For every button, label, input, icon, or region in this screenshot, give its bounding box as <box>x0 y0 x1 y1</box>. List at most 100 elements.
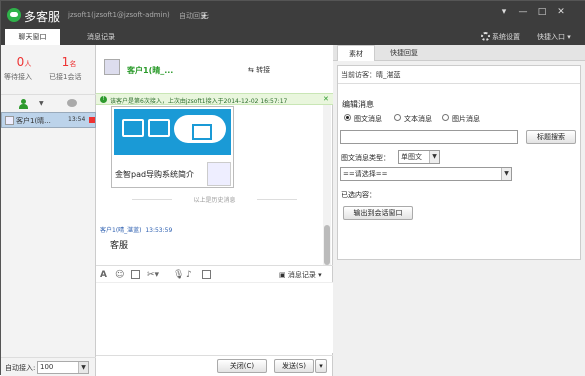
maximize-icon[interactable]: □ <box>534 5 550 19</box>
shortcut-entry-button[interactable]: 快捷入口 ▾ <box>537 29 571 45</box>
font-icon[interactable]: A <box>100 270 107 280</box>
main-tab-bar: 聊天窗口 消息记录 系统设置 快捷入口 ▾ <box>1 29 585 45</box>
message-type-value: 单图文 <box>401 153 422 161</box>
chevron-down-icon: ▼ <box>429 151 439 163</box>
monitor-icon <box>122 119 144 137</box>
title-search-button[interactable]: 标题搜索 <box>526 130 576 144</box>
visitor-list-item[interactable]: 客户1(晴... 13:54 <box>1 112 96 128</box>
chevron-down-icon: ▼ <box>78 362 88 373</box>
emoji-icon[interactable]: ☺ <box>115 270 124 280</box>
voice-icon[interactable]: 🎙 <box>173 270 184 280</box>
screenshot-icon[interactable]: ✂▾ <box>147 270 159 280</box>
close-button[interactable]: 关闭(C) <box>217 359 267 373</box>
waiting-label: 等待接入 <box>4 73 32 81</box>
visitor-time: 13:54 <box>68 116 86 123</box>
left-tab-bar: ▼ <box>1 94 96 112</box>
shortcut-entry-label: 快捷入口 <box>537 33 565 41</box>
radio-text-label: 文本消息 <box>404 115 432 123</box>
app-name: 多客服 <box>24 10 61 24</box>
minimize-icon[interactable]: — <box>515 5 531 19</box>
material-select-value: ==请选择== <box>343 170 388 178</box>
message-sender: 客户1(晴_湛蓝) <box>100 227 142 234</box>
info-icon: ! <box>100 96 107 103</box>
cloud-icon <box>174 115 226 143</box>
account-label: jzsoft1(jzsoft1@jzsoft-admin) <box>68 11 170 19</box>
transfer-label: 转接 <box>256 66 271 74</box>
message-type-select[interactable]: 单图文 ▼ <box>398 150 440 164</box>
send-bar: 关闭(C) 发送(S) ▾ <box>96 355 333 376</box>
menu-dropdown-icon[interactable]: ▾ <box>496 5 512 19</box>
right-panel: 素材 快捷回复 当前访客：晴_湛蓝 编辑消息 图文消息 文本消息 图片消息 标题… <box>333 45 585 376</box>
title-search-input[interactable] <box>340 130 518 144</box>
card-thumbnail <box>207 162 231 186</box>
message-history-link[interactable]: ▣ 消息记录 ▾ <box>279 270 322 280</box>
title-bar: 多客服 jzsoft1(jzsoft1@jzsoft-admin) 自动回复: … <box>1 1 585 29</box>
notice-text: 该客户是第6次接入，上次由jzsoft1接入于2014-12-02 16:57:… <box>110 98 288 105</box>
chat-bubble-icon[interactable] <box>67 99 77 107</box>
chat-scrollbar[interactable] <box>323 105 331 265</box>
visitor-name: 客户1(晴... <box>16 117 51 125</box>
tab-chat-window[interactable]: 聊天窗口 <box>5 29 60 45</box>
customer-avatar <box>104 59 120 75</box>
accepted-stat: 1名 已接1会话 <box>49 55 89 81</box>
person-icon[interactable] <box>19 99 28 109</box>
send-options-button[interactable]: ▾ <box>315 359 327 373</box>
close-icon[interactable]: ✕ <box>553 5 569 19</box>
auto-reply-value[interactable]: 无 <box>201 11 208 21</box>
transfer-button[interactable]: ⇆ 转接 <box>248 65 270 75</box>
message-input[interactable] <box>96 283 333 353</box>
accepted-label: 已接1会话 <box>49 73 82 81</box>
edit-message-label: 编辑消息 <box>342 100 374 109</box>
app-window: 多客服 jzsoft1(jzsoft1@jzsoft-admin) 自动回复: … <box>0 0 585 376</box>
auto-accept-select[interactable]: 100 ▼ <box>37 361 89 374</box>
auto-accept-bar: 自动接入: 100 ▼ <box>1 357 96 376</box>
history-icon: ▣ <box>279 271 288 279</box>
tab-material[interactable]: 素材 <box>337 45 375 61</box>
radio-image-text[interactable] <box>344 114 351 121</box>
customer-name: 客户1(晴_... <box>127 66 174 75</box>
system-settings-button[interactable]: 系统设置 <box>481 29 520 45</box>
app-logo-icon <box>7 8 21 22</box>
radio-image-text-label: 图文消息 <box>354 115 382 123</box>
chat-panel: 客户1(晴_... ⇆ 转接 ! 该客户是第6次接入，上次由jzsoft1接入于… <box>96 45 333 376</box>
gear-icon <box>481 32 490 41</box>
monitor-icon <box>148 119 170 137</box>
file-icon[interactable] <box>202 270 211 279</box>
radio-text[interactable] <box>394 114 401 121</box>
material-panel: 当前访客：晴_湛蓝 编辑消息 图文消息 文本消息 图片消息 标题搜索 图文消息类… <box>337 65 581 260</box>
send-button[interactable]: 发送(S) <box>274 359 314 373</box>
waiting-unit: 人 <box>24 60 32 68</box>
history-separator: 以上是历史消息 <box>132 195 297 204</box>
accepted-unit: 名 <box>69 60 77 68</box>
history-link-label: 消息记录 <box>287 271 316 279</box>
chat-header: 客户1(晴_... ⇆ 转接 <box>96 45 333 93</box>
scrollbar-thumb[interactable] <box>324 225 330 265</box>
chevron-down-icon[interactable]: ▼ <box>39 100 44 107</box>
message-type-label: 图文消息类型： <box>341 154 390 162</box>
message-meta: 客户1(晴_湛蓝) 13:53:59 <box>100 225 172 234</box>
selected-content-label: 已选内容： <box>341 191 376 199</box>
auto-accept-label: 自动接入: <box>5 364 36 372</box>
unread-badge-icon <box>89 117 95 123</box>
system-settings-label: 系统设置 <box>492 33 520 41</box>
auto-accept-value: 100 <box>40 363 54 371</box>
right-tab-bar: 素材 快捷回复 <box>333 45 585 61</box>
radio-image[interactable] <box>442 114 449 121</box>
article-card[interactable]: 金智pad导购系统简介 <box>111 106 234 188</box>
visit-notice: ! 该客户是第6次接入，上次由jzsoft1接入于2014-12-02 16:5… <box>96 93 333 105</box>
output-to-chat-button[interactable]: 输出到会话窗口 <box>343 206 413 220</box>
radio-image-label: 图片消息 <box>452 115 480 123</box>
image-icon[interactable] <box>131 270 140 279</box>
card-image <box>114 109 231 155</box>
transfer-icon: ⇆ <box>248 66 257 74</box>
chevron-down-icon: ▼ <box>501 168 511 180</box>
notice-close-icon[interactable]: ✕ <box>323 95 329 103</box>
material-select[interactable]: ==请选择== ▼ <box>340 167 512 181</box>
input-toolbar: A ☺ ✂▾ 🎙 ♪ ▣ 消息记录 ▾ <box>96 265 333 283</box>
avatar <box>5 116 14 125</box>
card-title: 金智pad导购系统简介 <box>115 170 195 179</box>
tab-message-records[interactable]: 消息记录 <box>76 29 126 45</box>
tab-quick-reply[interactable]: 快捷回复 <box>379 45 429 61</box>
video-icon[interactable]: ♪ <box>186 270 192 280</box>
current-visitor: 当前访客：晴_湛蓝 <box>338 66 580 84</box>
